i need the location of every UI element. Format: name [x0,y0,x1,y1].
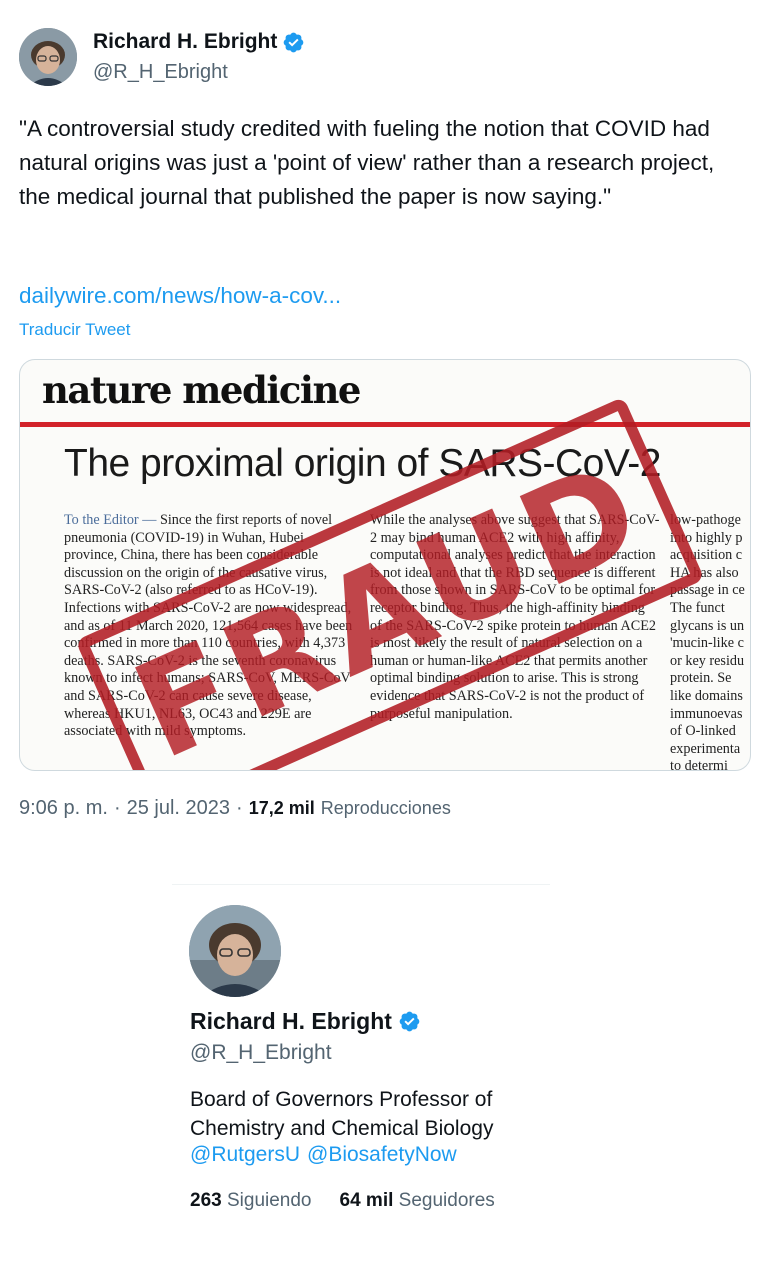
avatar-photo [19,28,77,86]
column-3-line: low-pathoge [670,512,741,528]
following-label: Siguiendo [226,1190,312,1211]
column-3-line: experimenta [670,740,741,757]
profile-card-stats: 263 Siguiendo 64 mil Seguidores [190,1190,495,1212]
meta-separator: · [236,797,243,819]
author-handle[interactable]: @R_H_Ebright [93,61,228,84]
masthead-rule [20,422,750,427]
profile-card-handle[interactable]: @R_H_Ebright [190,1041,332,1065]
column-3-line: glycans is un [670,617,745,634]
bio-link-rutgers[interactable]: @RutgersU [190,1143,300,1167]
author-name[interactable]: Richard H. Ebright [93,30,277,54]
author-avatar[interactable] [19,28,77,86]
tweet-media-image[interactable]: nature medicine The proximal origin of S… [19,359,751,771]
tweet-meta: 9:06 p. m. · 25 jul. 2023 · 17,2 mil Rep… [19,797,451,820]
profile-card-name-row[interactable]: Richard H. Ebright [190,1008,421,1035]
column-3-line: of O-linked [670,723,736,740]
column-lead: To the Editor — [64,512,157,528]
following-stat[interactable]: 263 Siguiendo [190,1190,312,1212]
author-name-row[interactable]: Richard H. Ebright [93,30,305,54]
bio-link-biosafetynow[interactable]: @BiosafetyNow [307,1143,457,1167]
profile-card-name[interactable]: Richard H. Ebright [190,1008,392,1035]
column-3-line: like domains [670,687,743,704]
profile-card-bio-links: @RutgersU @BiosafetyNow [190,1143,457,1167]
followers-label: Seguidores [398,1190,495,1211]
column-3-line: to determi [670,758,728,771]
column-3-line: immunoevas [670,705,743,722]
column-3-line: The funct [670,599,725,616]
profile-card-avatar[interactable] [189,905,281,997]
column-3-line: 'mucin-like c [670,635,744,652]
following-count: 263 [190,1190,222,1211]
followers-count: 64 mil [339,1190,394,1211]
verified-badge-icon [284,32,304,52]
column-3-line: or key residu [670,652,745,669]
tweet-date[interactable]: 25 jul. 2023 [127,797,230,820]
tweet-text: "A controversial study credited with fue… [19,116,715,209]
views-label: Reproducciones [320,798,451,818]
tweet-time[interactable]: 9:06 p. m. [19,797,108,820]
translate-tweet-link[interactable]: Traducir Tweet [19,320,131,340]
profile-card-bio: Board of Governors Professor of Chemistr… [190,1088,494,1140]
article-link[interactable]: dailywire.com/news/how-a-cov... [19,283,341,309]
avatar-photo [189,905,281,997]
followers-stat[interactable]: 64 mil Seguidores [340,1190,495,1212]
divider [172,884,550,885]
views-count: 17,2 mil [248,798,315,818]
verified-badge-icon [399,1011,420,1032]
meta-separator: · [113,797,121,819]
column-3-line: protein. Se [670,670,732,687]
journal-masthead: nature medicine [42,368,361,412]
